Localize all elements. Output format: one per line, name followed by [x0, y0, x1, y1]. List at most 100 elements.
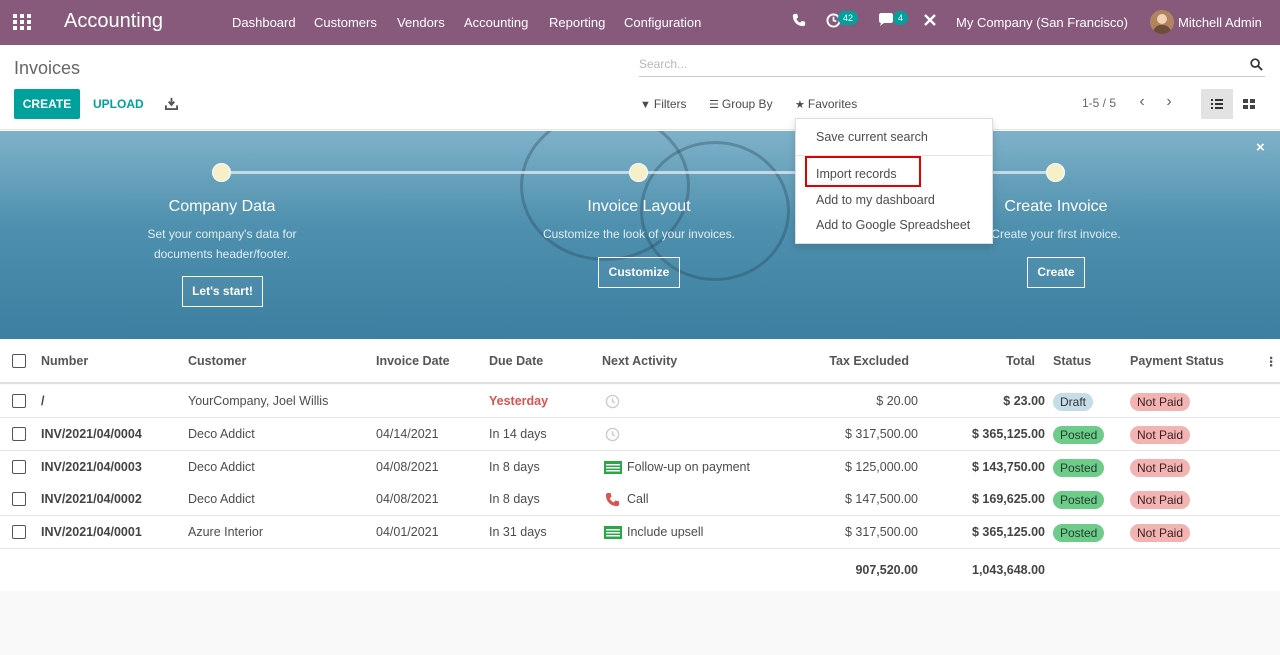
total-amount: 1,043,648.00 — [972, 563, 1045, 577]
download-icon[interactable] — [165, 97, 178, 110]
group-by-label: Group By — [721, 97, 773, 111]
list-view-icon[interactable] — [1201, 89, 1233, 119]
col-total[interactable]: Total — [936, 354, 1035, 368]
import-records-item[interactable]: Import records — [816, 167, 897, 181]
tax-excluded: $ 317,500.00 — [845, 525, 918, 539]
menu-configuration[interactable]: Configuration — [624, 15, 701, 30]
payment-status-badge: Not Paid — [1130, 524, 1191, 542]
filters-button[interactable]: ▼ Filters — [640, 97, 687, 111]
status-badge: Draft — [1053, 393, 1094, 411]
next-activity: Follow-up on payment — [627, 460, 750, 474]
pager-previous-icon[interactable]: ‹ — [1134, 93, 1150, 113]
table-row[interactable]: INV/2021/04/0001 Azure Interior 04/01/20… — [0, 516, 1280, 549]
col-due-date[interactable]: Due Date — [489, 354, 543, 368]
phone-icon[interactable] — [792, 13, 806, 30]
invoice-number: / — [41, 394, 45, 408]
row-checkbox[interactable] — [12, 427, 26, 441]
table-header: Number Customer Invoice Date Due Date Ne… — [0, 339, 1280, 384]
pager-value[interactable]: 1-5 / 5 — [1082, 96, 1116, 110]
status-badge: Posted — [1053, 426, 1105, 444]
lets-start-button[interactable]: Let's start! — [182, 276, 263, 307]
app-title[interactable]: Accounting — [64, 10, 163, 33]
search-input[interactable] — [639, 53, 1229, 75]
step-desc-invoice-layout: Customize the look of your invoices. — [542, 227, 736, 241]
invoice-number: INV/2021/04/0001 — [41, 525, 142, 539]
favorites-button[interactable]: ★ Favorites — [795, 97, 857, 111]
menu-accounting[interactable]: Accounting — [464, 15, 528, 30]
step-dot-company-data — [212, 163, 231, 182]
user-avatar[interactable] — [1150, 10, 1174, 34]
save-current-search-item[interactable]: Save current search — [816, 130, 928, 144]
table-row[interactable]: INV/2021/04/0003 Deco Addict 04/08/2021 … — [0, 451, 1280, 484]
invoice-date: 04/01/2021 — [376, 525, 439, 539]
col-tax-excluded[interactable]: Tax Excluded — [808, 354, 909, 368]
create-button[interactable]: CREATE — [14, 89, 80, 119]
menu-dashboard[interactable]: Dashboard — [232, 15, 296, 30]
row-checkbox[interactable] — [12, 492, 26, 506]
debug-tools-icon[interactable] — [923, 13, 937, 30]
messages-icon[interactable] — [878, 13, 894, 30]
due-date: In 8 days — [489, 492, 540, 506]
customer-name: Azure Interior — [188, 525, 264, 539]
search-icon[interactable] — [1250, 58, 1263, 71]
company-switcher[interactable]: My Company (San Francisco) — [956, 15, 1128, 30]
due-date: In 31 days — [489, 525, 547, 539]
apps-grid-icon[interactable] — [13, 14, 31, 30]
customer-name: Deco Addict — [188, 492, 255, 506]
upload-button[interactable]: UPLOAD — [93, 97, 144, 111]
menu-vendors[interactable]: Vendors — [397, 15, 445, 30]
menu-reporting[interactable]: Reporting — [549, 15, 605, 30]
due-date: In 8 days — [489, 460, 540, 474]
select-all-checkbox[interactable] — [12, 354, 26, 368]
step-title-invoice-layout: Invoice Layout — [587, 198, 691, 215]
table-row[interactable]: / YourCompany, Joel Willis Yesterday $ 2… — [0, 385, 1280, 418]
table-row[interactable]: INV/2021/04/0002 Deco Addict 04/08/2021 … — [0, 483, 1280, 516]
col-payment-status[interactable]: Payment Status — [1130, 354, 1224, 368]
total: $ 365,125.00 — [972, 427, 1045, 441]
next-activity: Include upsell — [627, 525, 704, 539]
pager-next-icon[interactable]: › — [1161, 93, 1177, 113]
payment-status-badge: Not Paid — [1130, 393, 1191, 411]
close-banner-icon[interactable]: × — [1256, 139, 1265, 156]
payment-status-badge: Not Paid — [1130, 459, 1191, 477]
menu-customers[interactable]: Customers — [314, 15, 377, 30]
add-to-google-spreadsheet-item[interactable]: Add to Google Spreadsheet — [816, 218, 970, 232]
customize-button[interactable]: Customize — [598, 257, 680, 288]
row-checkbox[interactable] — [12, 460, 26, 474]
tax-excluded: $ 125,000.00 — [845, 460, 918, 474]
tax-excluded: $ 20.00 — [876, 394, 918, 408]
favorites-dropdown: Save current search Import records Add t… — [795, 118, 993, 244]
due-date: Yesterday — [489, 394, 549, 408]
invoice-number: INV/2021/04/0004 — [41, 427, 142, 441]
row-checkbox[interactable] — [12, 394, 26, 408]
invoice-date: 04/14/2021 — [376, 427, 439, 441]
money-icon[interactable] — [604, 461, 622, 474]
bars-icon: ☰ — [709, 99, 719, 111]
row-checkbox[interactable] — [12, 525, 26, 539]
status-badge: Posted — [1053, 524, 1105, 542]
total: $ 23.00 — [1003, 394, 1045, 408]
col-number[interactable]: Number — [41, 354, 88, 368]
clock-icon[interactable] — [605, 427, 620, 442]
clock-icon[interactable] — [605, 394, 620, 409]
col-invoice-date[interactable]: Invoice Date — [376, 354, 450, 368]
customer-name: Deco Addict — [188, 427, 255, 441]
step-desc-line: Set your company's data for — [147, 227, 297, 241]
col-customer[interactable]: Customer — [188, 354, 246, 368]
col-next-activity[interactable]: Next Activity — [602, 354, 677, 368]
total: $ 143,750.00 — [972, 460, 1045, 474]
phone-icon[interactable] — [605, 492, 620, 507]
filter-icon: ▼ — [640, 99, 651, 111]
col-status[interactable]: Status — [1053, 354, 1091, 368]
table-row[interactable]: INV/2021/04/0004 Deco Addict 04/14/2021 … — [0, 418, 1280, 451]
create-invoice-button[interactable]: Create — [1027, 257, 1085, 288]
payment-status-badge: Not Paid — [1130, 426, 1191, 444]
tax-excluded: $ 147,500.00 — [845, 492, 918, 506]
user-menu[interactable]: Mitchell Admin — [1178, 15, 1262, 30]
kanban-view-icon[interactable] — [1233, 89, 1265, 119]
add-to-dashboard-item[interactable]: Add to my dashboard — [816, 193, 935, 207]
column-options-icon[interactable]: ⋮ — [1265, 354, 1278, 369]
group-by-button[interactable]: ☰ Group By — [709, 97, 773, 111]
money-icon[interactable] — [604, 526, 622, 539]
favorites-label: Favorites — [807, 97, 858, 111]
